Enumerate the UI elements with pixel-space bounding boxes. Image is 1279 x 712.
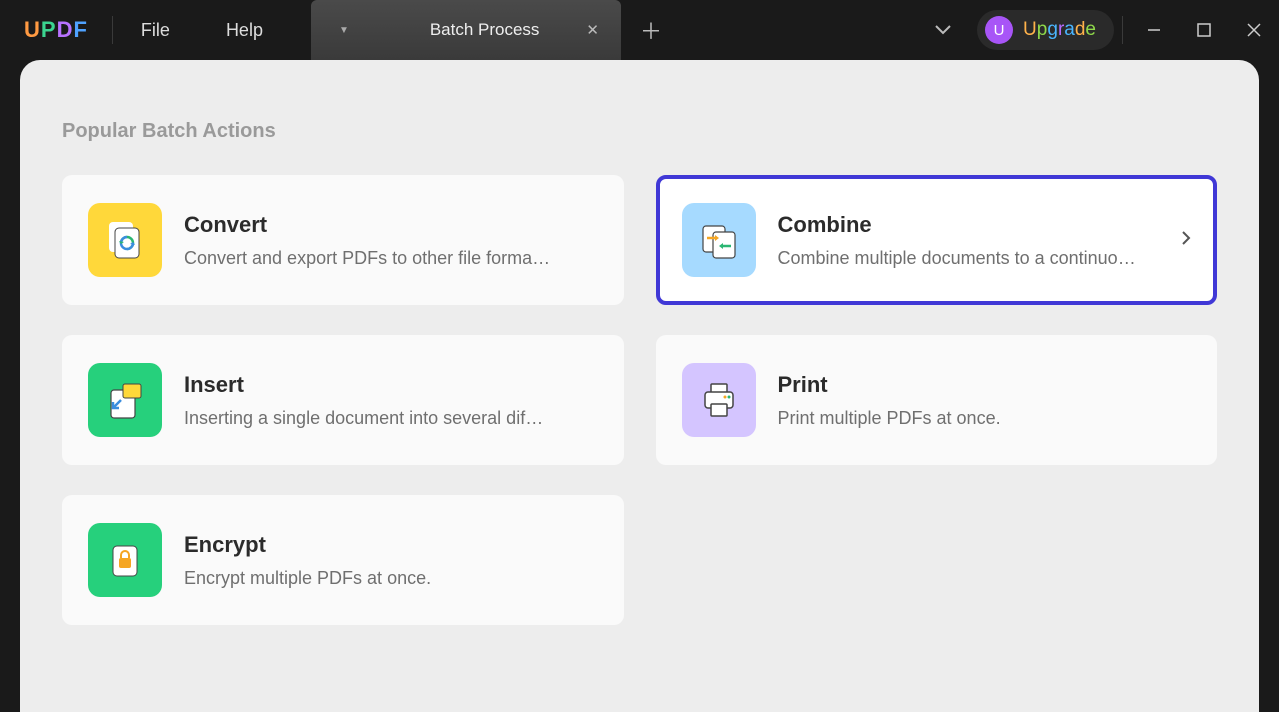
section-title: Popular Batch Actions — [62, 120, 1217, 143]
close-tab-icon[interactable]: ✕ — [580, 15, 605, 45]
card-desc: Print multiple PDFs at once. — [778, 408, 1192, 429]
new-tab-button[interactable]: ＋ — [621, 0, 681, 60]
encrypt-icon — [88, 523, 162, 597]
tab-batch-process[interactable]: ▼ Batch Process ✕ — [311, 0, 621, 60]
card-desc: Inserting a single document into several… — [184, 408, 598, 429]
divider — [1122, 16, 1123, 44]
main-panel: Popular Batch Actions Convert Convert an… — [20, 60, 1259, 712]
upgrade-button[interactable]: U Upgrade — [977, 10, 1114, 50]
card-encrypt[interactable]: Encrypt Encrypt multiple PDFs at once. — [62, 495, 624, 625]
upgrade-label: Upgrade — [1023, 19, 1096, 41]
card-desc: Encrypt multiple PDFs at once. — [184, 568, 598, 589]
card-title: Encrypt — [184, 532, 598, 558]
chevron-down-icon — [935, 25, 951, 35]
window-controls — [1129, 0, 1279, 60]
title-bar: UPDF File Help ▼ Batch Process ✕ ＋ U Upg… — [0, 0, 1279, 60]
tab-dropdown-icon[interactable]: ▼ — [339, 25, 349, 36]
card-title: Print — [778, 372, 1192, 398]
card-insert[interactable]: Insert Inserting a single document into … — [62, 335, 624, 465]
app-logo: UPDF — [0, 17, 112, 43]
main-menu: File Help — [113, 20, 291, 41]
maximize-icon — [1197, 23, 1211, 37]
chevron-right-icon — [1181, 230, 1191, 251]
convert-icon — [88, 203, 162, 277]
print-icon — [682, 363, 756, 437]
insert-icon — [88, 363, 162, 437]
card-title: Convert — [184, 212, 598, 238]
card-convert[interactable]: Convert Convert and export PDFs to other… — [62, 175, 624, 305]
card-title: Insert — [184, 372, 598, 398]
avatar: U — [985, 16, 1013, 44]
tab-bar: ▼ Batch Process ✕ ＋ — [311, 0, 681, 60]
tab-label: Batch Process — [389, 20, 581, 40]
menu-help[interactable]: Help — [198, 20, 291, 41]
card-desc: Combine multiple documents to a continuo… — [778, 248, 1150, 269]
menu-file[interactable]: File — [113, 20, 198, 41]
minimize-button[interactable] — [1129, 0, 1179, 60]
actions-grid: Convert Convert and export PDFs to other… — [62, 175, 1217, 625]
combine-icon — [682, 203, 756, 277]
card-combine[interactable]: Combine Combine multiple documents to a … — [656, 175, 1218, 305]
card-print[interactable]: Print Print multiple PDFs at once. — [656, 335, 1218, 465]
dropdown-button[interactable] — [917, 22, 969, 38]
maximize-button[interactable] — [1179, 0, 1229, 60]
card-title: Combine — [778, 212, 1150, 238]
close-window-button[interactable] — [1229, 0, 1279, 60]
close-icon — [1247, 23, 1261, 37]
minimize-icon — [1146, 22, 1162, 38]
card-desc: Convert and export PDFs to other file fo… — [184, 248, 598, 269]
